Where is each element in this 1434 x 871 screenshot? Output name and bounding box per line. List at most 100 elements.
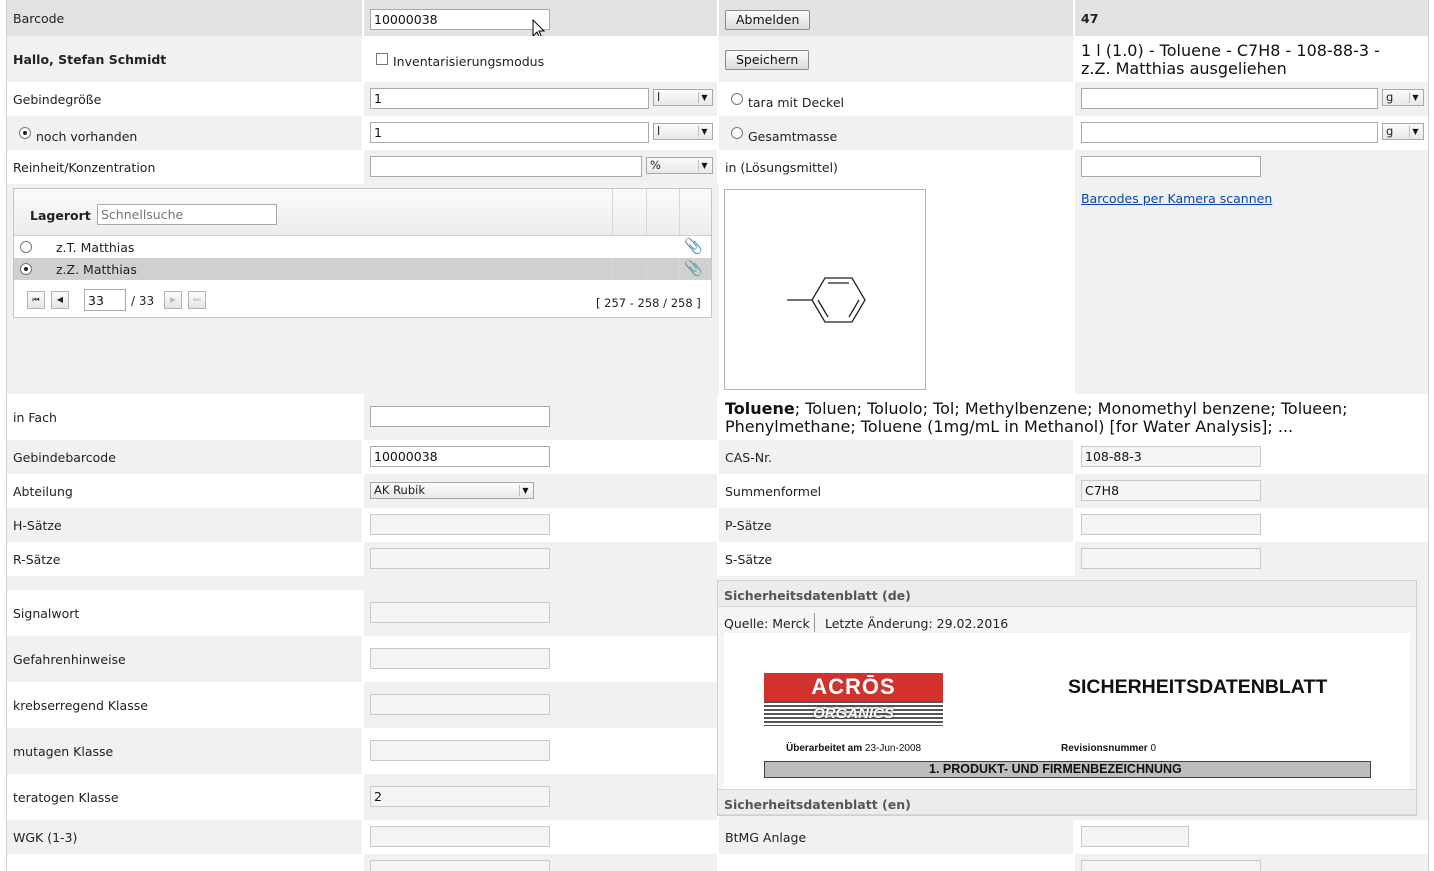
sdb-revision: Revisionsnummer 0	[1061, 743, 1157, 754]
formula-input[interactable]	[1081, 480, 1261, 501]
sdb-en-header[interactable]: Sicherheitsdatenblatt (en)	[718, 789, 1416, 815]
toluene-structure-icon	[787, 277, 866, 323]
synonyms-line-2: Phenylmethane; Toluene (1mg/mL in Methan…	[725, 417, 1294, 436]
row-barcode: Barcode Abmelden 47	[7, 0, 1428, 40]
row-remaining: noch vorhanden l▼ Gesamtmasse g▼	[7, 116, 1428, 150]
row-mutagenic: mutagen Klasse	[7, 728, 719, 774]
size-label: Gebindegröße	[13, 92, 102, 107]
row-storage: Lagerort z.T. Matthias 📎 z.Z. Matthias	[7, 184, 1428, 394]
solvent-label: in (Lösungsmittel)	[725, 160, 838, 175]
solvent-input[interactable]	[1081, 156, 1261, 177]
synonyms-line-1: Toluene; Toluen; Toluolo; Tol; Methylben…	[725, 400, 1348, 418]
storage-row[interactable]: z.Z. Matthias 📎	[14, 258, 711, 280]
purity-label: Reinheit/Konzentration	[13, 160, 156, 175]
mutagenic-input[interactable]	[370, 740, 550, 761]
next-page-button[interactable]: ▶	[164, 291, 182, 309]
row-signal-word: Signalwort	[7, 590, 719, 636]
department-label: Abteilung	[13, 484, 73, 499]
hazard-input[interactable]	[370, 648, 550, 669]
cas-input[interactable]	[1081, 446, 1261, 467]
camera-scan-link[interactable]: Barcodes per Kamera scannen	[1081, 191, 1272, 206]
storage-row-radio[interactable]	[20, 263, 32, 275]
row-h-statements: H-Sätze P-Sätze	[7, 508, 1428, 542]
h-statements-label: H-Sätze	[13, 518, 62, 533]
total-mass-radio[interactable]	[731, 127, 743, 139]
size-unit-select[interactable]: l ▼	[653, 89, 713, 106]
wgk-input[interactable]	[370, 826, 550, 847]
sdb-document-preview[interactable]: ACRŌS ORGANICS SICHERHEITSDATENBLATT Übe…	[724, 633, 1410, 789]
storage-row[interactable]: z.T. Matthias 📎	[14, 236, 711, 258]
row-r-statements: R-Sätze S-Sätze	[7, 542, 1428, 576]
last-page-button[interactable]: ⏭	[188, 291, 206, 309]
row-department: Abteilung AK Rubik ▼ Summenformel	[7, 474, 1428, 508]
purity-input[interactable]	[370, 156, 642, 177]
save-button[interactable]: Speichern	[725, 50, 810, 70]
teratogenic-input[interactable]	[370, 786, 550, 807]
btmg-input[interactable]	[1081, 826, 1189, 847]
total-mass-unit-select[interactable]: g ▼	[1382, 123, 1424, 140]
sdb-panel: Sicherheitsdatenblatt (de) Quelle: Merck…	[717, 580, 1417, 816]
teratogenic-label: teratogen Klasse	[13, 790, 119, 805]
tare-unit-select[interactable]: g ▼	[1382, 89, 1424, 106]
remaining-label: noch vorhanden	[36, 129, 138, 144]
cutoff-input-right[interactable]	[1081, 860, 1261, 871]
inventory-mode-label: Inventarisierungsmodus	[393, 54, 545, 69]
compartment-input[interactable]	[370, 406, 550, 427]
total-mass-input[interactable]	[1081, 122, 1378, 143]
tare-radio[interactable]	[731, 93, 743, 105]
inventory-mode-checkbox[interactable]	[376, 53, 388, 65]
wgk-label: WGK (1-3)	[13, 830, 78, 845]
storage-grid-header: Lagerort	[14, 189, 711, 236]
row-teratogenic: teratogen Klasse	[7, 774, 719, 820]
remaining-unit-select[interactable]: l ▼	[653, 123, 713, 140]
remaining-radio[interactable]	[19, 127, 31, 139]
summary-line-2: z.Z. Matthias ausgeliehen	[1081, 59, 1287, 78]
synonym-rest: ; Toluen; Toluolo; Tol; Methylbenzene; M…	[794, 399, 1348, 418]
tare-label: tara mit Deckel	[748, 95, 845, 110]
carcinogenic-label: krebserregend Klasse	[13, 698, 148, 713]
s-statements-input[interactable]	[1081, 548, 1261, 569]
r-statements-input[interactable]	[370, 548, 550, 569]
sdb-de-header[interactable]: Sicherheitsdatenblatt (de)	[718, 581, 1416, 607]
row-purity: Reinheit/Konzentration % ▼ in (Lösungsmit…	[7, 150, 1428, 184]
carcinogenic-input[interactable]	[370, 694, 550, 715]
h-statements-input[interactable]	[370, 514, 550, 535]
cas-label: CAS-Nr.	[725, 450, 773, 465]
prev-page-button[interactable]: ◀	[51, 291, 69, 309]
count-value: 47	[1081, 11, 1099, 26]
storage-row-radio[interactable]	[20, 241, 32, 253]
tare-input[interactable]	[1081, 88, 1378, 109]
remaining-input[interactable]	[370, 122, 649, 143]
page-number-input[interactable]	[84, 289, 126, 311]
signal-word-label: Signalwort	[13, 606, 80, 621]
sdb-revised: Überarbeitet am 23-Jun-2008	[786, 743, 922, 754]
purity-unit-select[interactable]: % ▼	[646, 157, 713, 174]
p-statements-input[interactable]	[1081, 514, 1261, 535]
storage-column-label: Lagerort	[30, 208, 91, 223]
row-carcinogenic: krebserregend Klasse	[7, 682, 719, 728]
department-select[interactable]: AK Rubik ▼	[370, 482, 534, 499]
size-input[interactable]	[370, 88, 649, 109]
storage-search-input[interactable]	[97, 204, 277, 225]
signal-word-input[interactable]	[370, 602, 550, 623]
s-statements-label: S-Sätze	[725, 552, 773, 567]
logout-button[interactable]: Abmelden	[725, 10, 811, 30]
row-hazard: Gefahrenhinweise	[7, 636, 719, 682]
acros-logo: ACRŌS ORGANICS	[764, 673, 943, 726]
barcode-input[interactable]	[370, 9, 550, 30]
sdb-last-change: Letzte Änderung: 29.02.2016	[825, 616, 1009, 631]
hazard-label: Gefahrenhinweise	[13, 652, 126, 667]
first-page-button[interactable]: ⏮	[27, 291, 45, 309]
cutoff-input[interactable]	[370, 860, 550, 871]
paperclip-icon[interactable]: 📎	[684, 259, 703, 277]
row-wgk: WGK (1-3) BtMG Anlage	[7, 820, 1428, 854]
container-barcode-label: Gebindebarcode	[13, 450, 116, 465]
container-barcode-input[interactable]	[370, 446, 550, 467]
total-mass-label: Gesamtmasse	[748, 129, 838, 144]
row-size: Gebindegröße l▼ tara mit Deckel g▼	[7, 82, 1428, 116]
row-cutoff	[7, 854, 1428, 871]
paperclip-icon[interactable]: 📎	[684, 237, 703, 255]
compartment-label: in Fach	[13, 410, 57, 425]
storage-grid: Lagerort z.T. Matthias 📎 z.Z. Matthias	[13, 188, 712, 318]
mutagenic-label: mutagen Klasse	[13, 744, 114, 759]
